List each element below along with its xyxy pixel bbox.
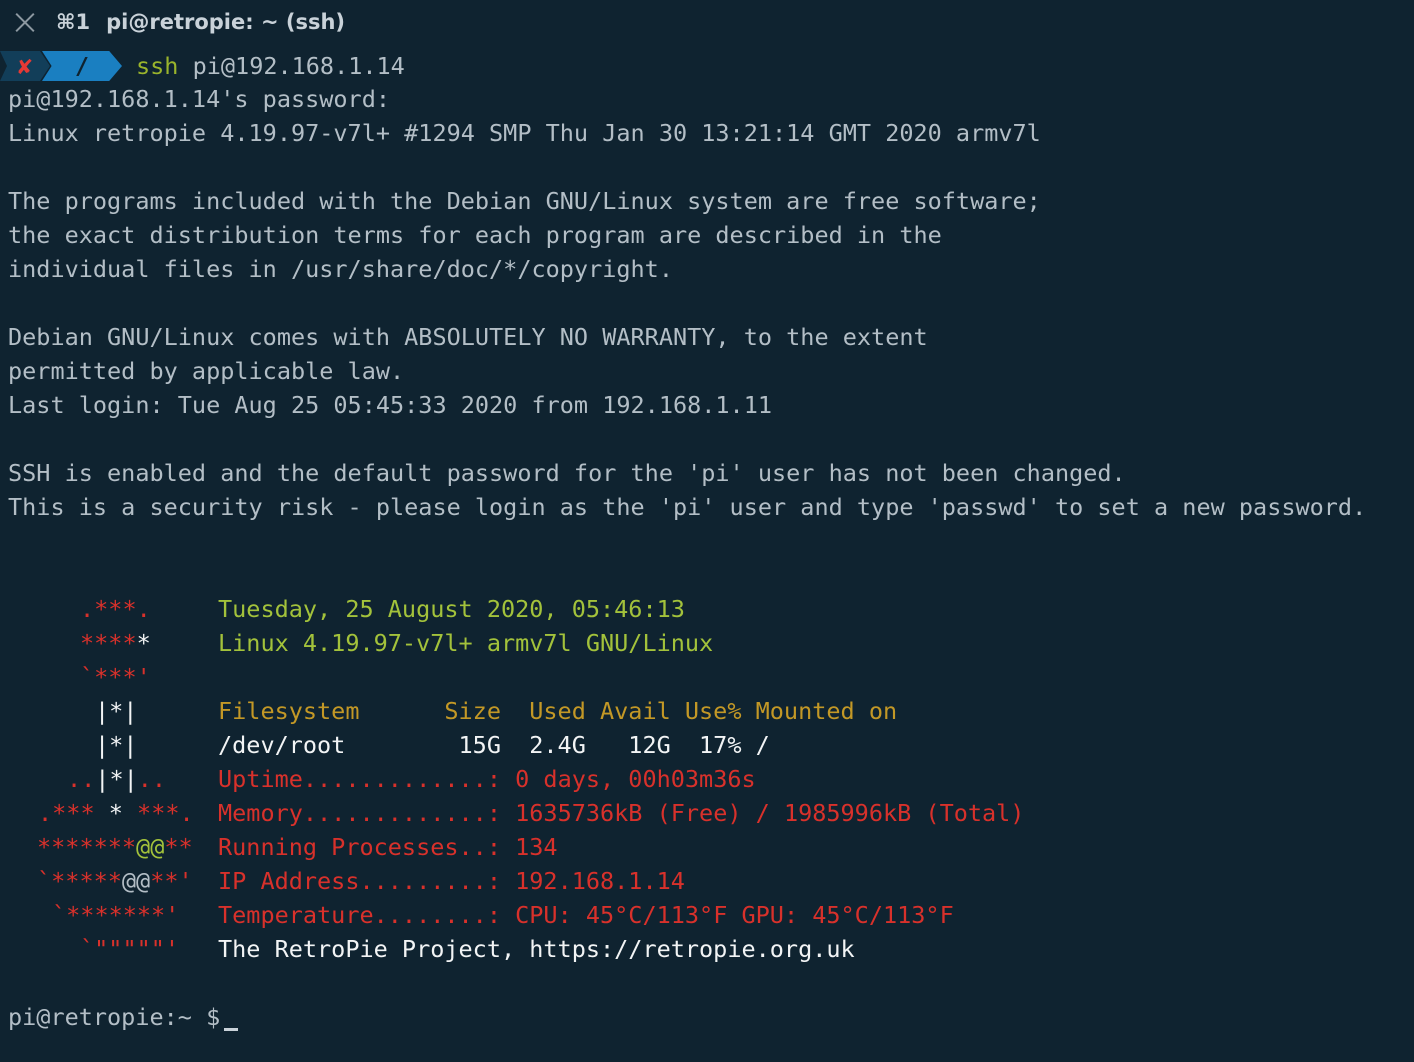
directory-segment: / — [42, 51, 122, 81]
command-args: pi@192.168.1.14 — [178, 52, 405, 80]
prompt-text: pi@retropie:~ $ — [8, 1003, 221, 1031]
license-line: individual files in /usr/share/doc/*/cop… — [8, 255, 673, 283]
error-x-icon: ✘ — [17, 52, 33, 80]
motd-date: Tuesday, 25 August 2020, 05:46:13 — [218, 595, 685, 623]
close-icon[interactable] — [14, 11, 36, 33]
art-row: `"""""' — [80, 935, 180, 963]
art-row: `*****@@**' — [37, 867, 193, 895]
last-login-line: Last login: Tue Aug 25 05:45:33 2020 fro… — [8, 391, 773, 419]
art-row: `***' — [80, 663, 151, 691]
motd-project: The RetroPie Project, https://retropie.o… — [218, 935, 855, 963]
warranty-line: permitted by applicable law. — [8, 357, 405, 385]
art-row: .***. — [80, 595, 151, 623]
password-prompt: pi@192.168.1.14's password: — [8, 85, 391, 113]
art-row: ***** — [80, 629, 151, 657]
art-row: |*| — [95, 731, 138, 759]
art-row: ..|*|.. — [67, 765, 167, 793]
ssh-warning-line: SSH is enabled and the default password … — [8, 459, 1126, 487]
warranty-line: Debian GNU/Linux comes with ABSOLUTELY N… — [8, 323, 928, 351]
df-row: /dev/root 15G 2.4G 12G 17% / — [218, 731, 770, 759]
art-row: `*******' — [52, 901, 180, 929]
title-bar: ⌘1 pi@retropie: ~ (ssh) — [0, 0, 1414, 44]
motd-ip-address: IP Address.........: 192.168.1.14 — [218, 867, 685, 895]
motd-memory: Memory.............: 1635736kB (Free) / … — [218, 799, 1025, 827]
kernel-line: Linux retropie 4.19.97-v7l+ #1294 SMP Th… — [8, 119, 1041, 147]
command-name: ssh — [136, 52, 179, 80]
motd-temperature: Temperature........: CPU: 45°C/113°F GPU… — [218, 901, 954, 929]
shell-prompt[interactable]: pi@retropie:~ $ — [8, 1000, 239, 1034]
motd-system: Linux 4.19.97-v7l+ armv7l GNU/Linux — [218, 629, 714, 657]
art-row: *******@@** — [37, 833, 193, 861]
art-row: |*| — [95, 697, 138, 725]
motd-uptime: Uptime.............: 0 days, 00h03m36s — [218, 765, 756, 793]
art-row: .*** * ***. — [38, 799, 194, 827]
ssh-warning-line: This is a security risk - please login a… — [8, 493, 1367, 521]
motd-processes: Running Processes..: 134 — [218, 833, 558, 861]
text-cursor — [224, 1028, 239, 1031]
prompt-line: ✘ / ssh pi@192.168.1.14 — [0, 50, 405, 82]
error-status-segment: ✘ — [0, 51, 50, 81]
license-line: the exact distribution terms for each pr… — [8, 221, 942, 249]
window-title: pi@retropie: ~ (ssh) — [106, 10, 345, 34]
tab-shortcut: ⌘1 — [56, 10, 91, 34]
license-line: The programs included with the Debian GN… — [8, 187, 1041, 215]
df-header: Filesystem Size Used Avail Use% Mounted … — [218, 697, 898, 725]
